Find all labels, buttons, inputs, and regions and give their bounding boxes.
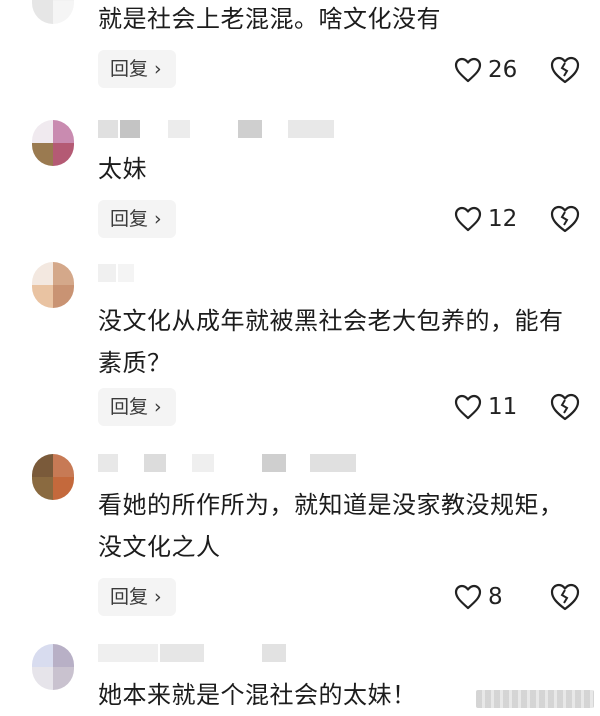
avatar-pixel [53,1,74,24]
comment-text: 没文化从成年就被黑社会老大包养的，能有素质？ [98,307,564,377]
username-blurred[interactable] [98,262,368,282]
like-button[interactable]: 11 [454,387,544,427]
heart-outline-icon [454,394,482,420]
username-blurred[interactable] [98,118,368,138]
heart-outline-icon [454,206,482,232]
reply-button[interactable]: 回复 › [98,50,176,88]
avatar[interactable] [32,262,74,308]
avatar-pixel [32,143,53,166]
broken-heart-icon[interactable] [550,55,580,85]
avatar[interactable] [32,454,74,500]
avatar-pixel [32,667,53,690]
like-button[interactable]: 26 [454,50,544,90]
avatar-pixel [32,120,53,143]
avatar-pixel [53,454,74,477]
watermark [476,690,594,708]
broken-heart-icon[interactable] [550,204,580,234]
avatar-pixel [53,477,74,500]
comment-text: 看她的所作所为，就知道是没家教没规矩，没文化之人 [98,491,564,561]
avatar-pixel [32,285,53,308]
avatar-pixel [32,262,53,285]
username-blurred[interactable] [98,642,368,662]
like-count: 26 [488,57,518,83]
avatar-pixel [53,143,74,166]
avatar-pixel [32,1,53,24]
reply-label: 回复 [110,396,149,418]
like-count: 8 [488,584,503,610]
username-blurred[interactable] [98,452,368,472]
heart-outline-icon [454,57,482,83]
reply-button[interactable]: 回复 › [98,578,176,616]
avatar[interactable] [32,644,74,690]
comment-text: 就是社会上老混混。啥文化没有 [98,5,441,33]
avatar-pixel [53,120,74,143]
like-count: 12 [488,206,518,232]
avatar[interactable] [32,0,74,24]
avatar-pixel [53,262,74,285]
broken-heart-icon[interactable] [550,582,580,612]
reply-button[interactable]: 回复 › [98,388,176,426]
like-button[interactable]: 8 [454,577,544,617]
avatar[interactable] [32,120,74,166]
chevron-right-icon: › [154,586,162,608]
chevron-right-icon: › [154,396,162,418]
reply-label: 回复 [110,208,149,230]
reply-button[interactable]: 回复 › [98,200,176,238]
comment-text: 太妹 [98,155,147,183]
avatar-pixel [32,454,53,477]
chevron-right-icon: › [154,58,162,80]
avatar-pixel [53,667,74,690]
broken-heart-icon[interactable] [550,392,580,422]
reply-label: 回复 [110,586,149,608]
like-count: 11 [488,394,518,420]
chevron-right-icon: › [154,208,162,230]
avatar-pixel [53,644,74,667]
heart-outline-icon [454,584,482,610]
avatar-pixel [53,285,74,308]
reply-label: 回复 [110,58,149,80]
like-button[interactable]: 12 [454,199,544,239]
avatar-pixel [32,644,53,667]
avatar-pixel [32,477,53,500]
